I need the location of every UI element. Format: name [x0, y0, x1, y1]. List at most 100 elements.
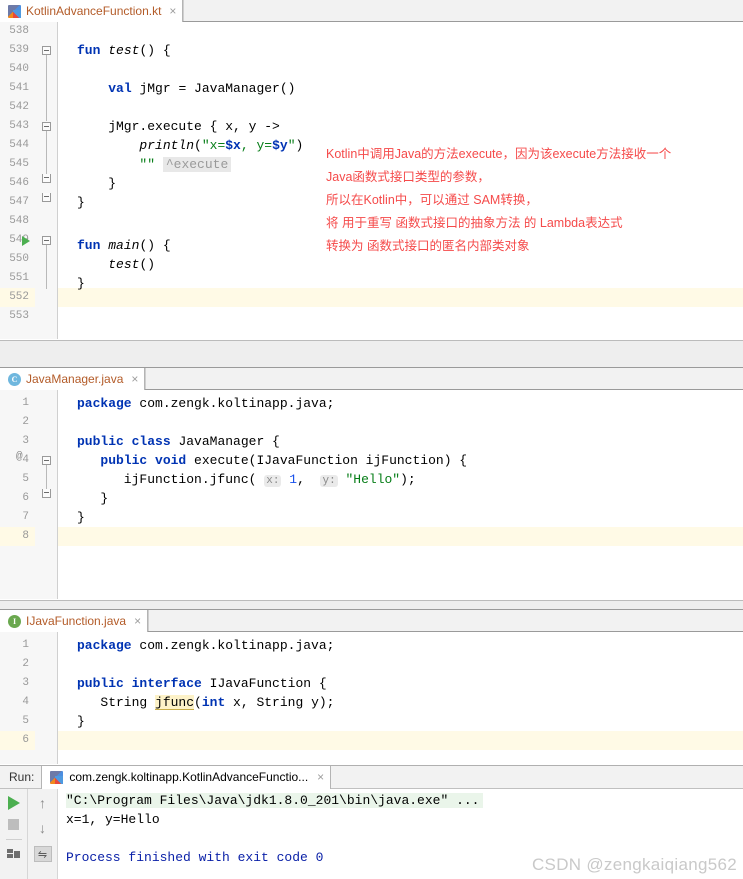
java-interface-icon: I	[8, 614, 21, 628]
tabbar-empty-area	[148, 610, 743, 631]
java-class-icon: C	[8, 372, 21, 386]
fold-end-icon[interactable]	[42, 489, 51, 498]
code-line: public class JavaManager {	[77, 434, 280, 449]
line-number: 548	[9, 215, 29, 227]
line-number: 539	[9, 44, 29, 56]
close-icon[interactable]: ×	[131, 373, 138, 385]
code-line: }	[77, 491, 109, 506]
run-toolbar-header: Run: com.zengk.koltinapp.KotlinAdvanceFu…	[0, 765, 743, 789]
line-number: 550	[9, 253, 29, 265]
close-icon[interactable]: ×	[169, 5, 176, 17]
line-number: 541	[9, 82, 29, 94]
line-number: 2	[22, 658, 29, 670]
console-line: x=1, y=Hello	[66, 812, 160, 827]
annotation-gutter-marker[interactable]: @	[16, 451, 23, 463]
code-line: public void execute(IJavaFunction ijFunc…	[100, 453, 468, 468]
line-number: 553	[9, 310, 29, 322]
line-number: 7	[22, 511, 29, 523]
console-command-text: "C:\Program Files\Java\jdk1.8.0_201\bin\…	[66, 793, 484, 808]
annotation-line: 转换为 函数式接口的匿名内部类对象	[326, 239, 530, 253]
run-left-toolbar	[0, 789, 28, 879]
line-number: 545	[9, 158, 29, 170]
code-line: fun test() {	[77, 43, 171, 58]
code-line: test()	[108, 257, 156, 272]
run-tab-label: com.zengk.koltinapp.KotlinAdvanceFunctio…	[69, 770, 309, 784]
line-number: 540	[9, 63, 29, 75]
soft-wrap-button[interactable]: ⇋	[33, 846, 52, 862]
fold-marker-icon[interactable]	[42, 122, 51, 131]
line-number: 5	[22, 473, 29, 485]
line-number: 4	[22, 696, 29, 708]
code-line: }	[77, 510, 85, 525]
fold-line	[46, 55, 47, 121]
line-number-gutter: 1 2 3 4 5 6	[0, 632, 35, 764]
tab-ijava-function[interactable]: I IJavaFunction.java ×	[0, 610, 149, 632]
code-line: }	[77, 714, 85, 729]
param-hint-x: x:	[264, 475, 282, 487]
code-text-ijavafunction[interactable]: package com.zengk.koltinapp.java; public…	[58, 632, 743, 764]
tab-java-manager[interactable]: C JavaManager.java ×	[0, 368, 146, 390]
panel-divider-2	[0, 600, 743, 610]
fold-gutter	[35, 390, 57, 599]
console-line: Process finished with exit code 0	[66, 850, 324, 865]
line-number: 538	[9, 25, 29, 37]
tabbar-javamanager: C JavaManager.java ×	[0, 368, 743, 390]
line-number: 3	[22, 435, 29, 447]
fold-line	[46, 245, 47, 289]
run-gutter-icon[interactable]	[22, 236, 30, 246]
tab-kotlin-advance-function[interactable]: KotlinAdvanceFunction.kt ×	[0, 0, 184, 22]
code-line: }	[77, 276, 85, 291]
close-icon[interactable]: ×	[317, 771, 324, 783]
run-secondary-toolbar: ↑ ↓ ⇋	[28, 789, 58, 879]
caret-line-highlight	[58, 527, 743, 546]
annotation-line: 所以在Kotlin中，可以通过 SAM转换，	[326, 193, 538, 207]
fold-end-icon[interactable]	[42, 193, 51, 202]
line-number: 543	[9, 120, 29, 132]
scroll-down-button[interactable]: ↓	[39, 821, 46, 835]
fold-marker-icon[interactable]	[42, 456, 51, 465]
line-number: 542	[9, 101, 29, 113]
line-number: 546	[9, 177, 29, 189]
code-text-javamanager[interactable]: package com.zengk.koltinapp.java; public…	[58, 390, 743, 599]
fold-marker-icon[interactable]	[42, 46, 51, 55]
line-number: 6	[22, 492, 29, 504]
line-number: 544	[9, 139, 29, 151]
fold-line	[46, 465, 47, 490]
code-line: package com.zengk.koltinapp.java;	[77, 638, 335, 653]
annotation-line: 将 用于重写 函数式接口的抽象方法 的 Lambda表达式	[326, 216, 623, 230]
line-number-gutter: 1 2 3 4 5 6 7 8 @	[0, 390, 35, 599]
panel-divider-1	[0, 340, 743, 368]
fold-marker-icon[interactable]	[42, 236, 51, 245]
tabbar-kotlin: KotlinAdvanceFunction.kt ×	[0, 0, 743, 22]
code-line: package com.zengk.koltinapp.java;	[77, 396, 335, 411]
line-number: 4	[22, 454, 29, 466]
run-configuration-tab[interactable]: com.zengk.koltinapp.KotlinAdvanceFunctio…	[41, 765, 332, 789]
layout-button[interactable]	[7, 849, 20, 858]
editor-panel-kotlin: KotlinAdvanceFunction.kt × 538 539 540 5…	[0, 0, 743, 340]
fold-gutter	[35, 632, 57, 764]
code-area-javamanager[interactable]: 1 2 3 4 5 6 7 8 @ package com.zengk.kolt…	[0, 390, 743, 599]
line-number: 1	[22, 639, 29, 651]
code-area-ijavafunction[interactable]: 1 2 3 4 5 6 package com.zengk.koltinapp.…	[0, 632, 743, 764]
tab-label: JavaManager.java	[26, 372, 124, 386]
line-number: 6	[0, 731, 35, 750]
code-line: public interface IJavaFunction {	[77, 676, 327, 691]
fold-end-icon[interactable]	[42, 174, 51, 183]
line-number: 552	[0, 288, 35, 307]
rerun-button[interactable]	[7, 796, 20, 810]
scroll-up-button[interactable]: ↑	[39, 796, 46, 810]
stop-button[interactable]	[8, 819, 19, 830]
line-number: 2	[22, 416, 29, 428]
watermark: CSDN @zengkaiqiang562	[531, 855, 737, 874]
line-number: 1	[22, 397, 29, 409]
tabbar-empty-area	[183, 0, 743, 21]
console-line: "C:\Program Files\Java\jdk1.8.0_201\bin\…	[66, 791, 484, 810]
code-area-kotlin[interactable]: 538 539 540 541 542 543 544 545 546 547 …	[0, 22, 743, 339]
ide-window: KotlinAdvanceFunction.kt × 538 539 540 5…	[0, 0, 743, 879]
fold-line	[46, 131, 47, 175]
close-icon[interactable]: ×	[134, 615, 141, 627]
line-number-gutter: 538 539 540 541 542 543 544 545 546 547 …	[0, 22, 35, 339]
code-text-kotlin[interactable]: fun test() { val jMgr = JavaManager() jM…	[58, 22, 743, 339]
kotlin-file-icon	[50, 770, 64, 784]
run-tool-window: Run: com.zengk.koltinapp.KotlinAdvanceFu…	[0, 765, 743, 879]
